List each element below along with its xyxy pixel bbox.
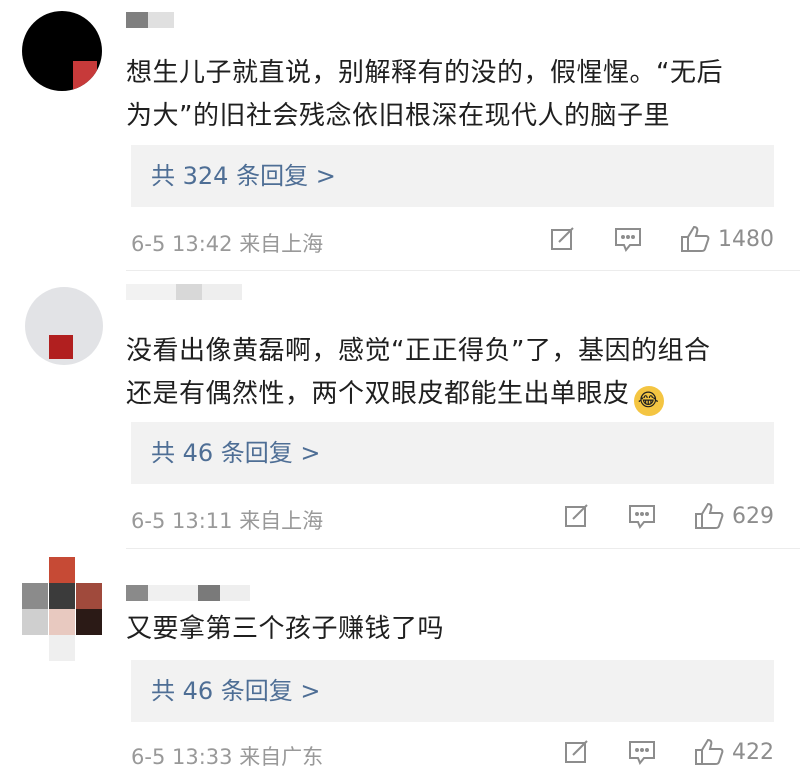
share-edit-icon[interactable] — [550, 226, 576, 252]
laugh-cry-emoji-icon: 😂 — [633, 386, 664, 416]
comment-text: 想生儿子就直说，别解释有的没的，假惺惺。“无后 为大”的旧社会残念依旧根深在现代… — [126, 58, 723, 131]
comment-text: 又要拿第三个孩子赚钱了吗 — [126, 614, 445, 644]
comment-icon[interactable] — [628, 503, 656, 529]
thumbs-up-icon[interactable] — [680, 225, 710, 253]
share-edit-icon[interactable] — [564, 503, 590, 529]
avatar[interactable] — [22, 11, 102, 91]
comment-time: 6-5 13:42 — [131, 232, 233, 256]
avatar[interactable] — [22, 557, 102, 661]
comment-actions: 629 — [564, 502, 774, 530]
comment-item: 没看出像黄磊啊，感觉“正正得负”了，基因的组合 还是有偶然性，两个双眼皮都能生出… — [0, 270, 800, 548]
comment-time: 6-5 13:11 — [131, 509, 233, 533]
comment-time: 6-5 13:33 — [131, 745, 233, 769]
comment-meta: 6-5 13:42 来自上海 — [131, 228, 323, 258]
share-edit-icon[interactable] — [564, 739, 590, 765]
reply-count-link[interactable]: 共 324 条回复 > — [131, 145, 774, 207]
comment-text: 没看出像黄磊啊，感觉“正正得负”了，基因的组合 还是有偶然性，两个双眼皮都能生出… — [126, 330, 776, 416]
avatar[interactable] — [25, 287, 103, 365]
divider — [126, 548, 800, 549]
like-count: 629 — [732, 503, 774, 529]
comment-actions: 422 — [564, 738, 774, 766]
comment-actions: 1480 — [550, 225, 774, 253]
reply-count-link[interactable]: 共 46 条回复 > — [131, 660, 774, 722]
comment-item: 想生儿子就直说，别解释有的没的，假惺惺。“无后 为大”的旧社会残念依旧根深在现代… — [0, 0, 800, 270]
comment-meta: 6-5 13:33 来自广东 — [131, 741, 323, 771]
thumbs-up-icon[interactable] — [694, 502, 724, 530]
avatar-mosaic-spot — [49, 335, 73, 359]
avatar-mosaic-spot — [73, 61, 97, 91]
username-blurred[interactable] — [126, 12, 174, 28]
comment-item: 又要拿第三个孩子赚钱了吗 共 46 条回复 > 6-5 13:33 来自广东 4… — [0, 548, 800, 783]
comment-icon[interactable] — [614, 226, 642, 252]
username-blurred[interactable] — [126, 284, 242, 300]
like-count: 422 — [732, 739, 774, 765]
like-count: 1480 — [718, 226, 774, 252]
reply-count-link[interactable]: 共 46 条回复 > — [131, 422, 774, 484]
comment-icon[interactable] — [628, 739, 656, 765]
username-blurred[interactable] — [126, 585, 250, 601]
comment-location: 来自广东 — [239, 745, 324, 769]
comment-location: 来自上海 — [239, 509, 324, 533]
divider — [126, 270, 800, 271]
comment-meta: 6-5 13:11 来自上海 — [131, 505, 323, 535]
comment-location: 来自上海 — [239, 232, 324, 256]
thumbs-up-icon[interactable] — [694, 738, 724, 766]
